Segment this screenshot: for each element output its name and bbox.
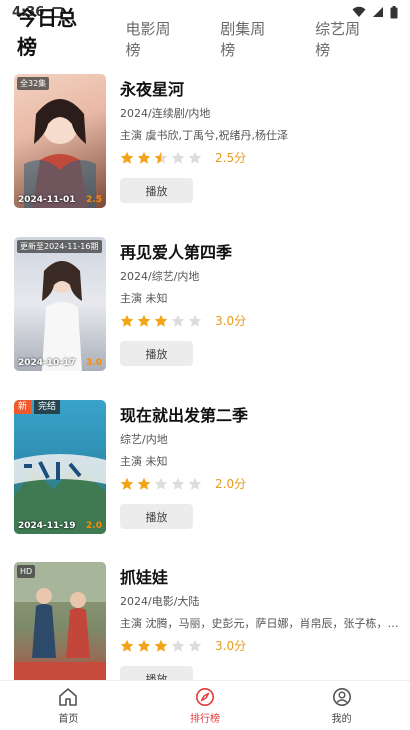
new-badge: 新 bbox=[14, 400, 32, 414]
home-icon bbox=[59, 687, 78, 706]
star-icon bbox=[137, 477, 151, 490]
item-cast: 主演 虞书欣,丁禹兮,祝绪丹,杨仕泽 bbox=[120, 129, 288, 142]
signal-icon bbox=[373, 7, 383, 17]
stars-row bbox=[120, 639, 205, 653]
star-icon bbox=[171, 639, 185, 652]
star-icon bbox=[188, 639, 202, 652]
star-icon bbox=[137, 314, 151, 327]
poster-date: 2024-11-01 bbox=[18, 195, 76, 205]
star-icon bbox=[188, 151, 202, 164]
wifi-icon bbox=[352, 6, 366, 17]
item-title[interactable]: 再见爱人第四季 bbox=[120, 239, 232, 263]
score-text: 3.0分 bbox=[215, 639, 247, 653]
tab-series-weekly[interactable]: 剧集周榜 bbox=[220, 18, 279, 66]
poster-image[interactable]: 更新至2024-11-16期 2024-10-17 3.0 bbox=[14, 237, 106, 371]
nav-mine[interactable]: 我的 bbox=[297, 687, 387, 725]
star-icon bbox=[154, 314, 168, 327]
status-icons bbox=[352, 5, 398, 19]
star-rating: 2.0分 bbox=[120, 475, 246, 492]
episode-badge: 全32集 bbox=[17, 77, 50, 90]
star-icon bbox=[120, 151, 134, 164]
item-cast: 主演 沈腾，马丽，史彭元，萨日娜，肖帛辰，张子栋，李嘉... bbox=[120, 617, 400, 630]
play-button[interactable]: 播放 bbox=[120, 666, 193, 680]
item-meta: 2024/综艺/内地 bbox=[120, 270, 200, 283]
poster-art bbox=[42, 261, 82, 371]
star-rating: 3.0分 bbox=[120, 312, 246, 329]
star-icon bbox=[137, 151, 151, 164]
item-cast: 主演 未知 bbox=[120, 292, 168, 305]
star-icon bbox=[188, 314, 202, 327]
finished-badge: 完结 bbox=[34, 400, 61, 414]
item-meta: 2024/连续剧/内地 bbox=[120, 107, 211, 120]
bottom-nav: 首页 排行榜 我的 bbox=[0, 680, 410, 730]
list-item[interactable]: 新 完结 2024-11-19 2.0 现在就出发第二季 综艺/内地 主演 未知… bbox=[14, 400, 404, 534]
star-icon bbox=[120, 477, 134, 490]
score-text: 2.5分 bbox=[215, 151, 247, 165]
poster-image[interactable]: 新 完结 2024-11-19 2.0 bbox=[14, 400, 106, 534]
star-icon bbox=[154, 477, 168, 490]
poster-date: 2024-11-19 bbox=[18, 521, 76, 531]
poster-score: 3.0 bbox=[86, 358, 102, 368]
item-title[interactable]: 抓娃娃 bbox=[120, 564, 168, 588]
play-button[interactable]: 播放 bbox=[120, 178, 193, 203]
star-icon bbox=[171, 477, 185, 490]
nav-ranking-label: 排行榜 bbox=[189, 713, 220, 725]
compass-icon bbox=[195, 687, 214, 706]
poster-score: 2.0 bbox=[86, 521, 102, 531]
star-icon bbox=[120, 314, 134, 327]
item-meta: 综艺/内地 bbox=[120, 433, 168, 446]
poster-art bbox=[24, 99, 96, 208]
stars-row bbox=[120, 151, 205, 165]
tab-variety-weekly[interactable]: 综艺周榜 bbox=[315, 18, 374, 66]
poster-art bbox=[14, 562, 106, 680]
item-title[interactable]: 永夜星河 bbox=[120, 76, 184, 100]
item-title[interactable]: 现在就出发第二季 bbox=[120, 402, 248, 426]
star-icon bbox=[154, 639, 168, 652]
poster-score: 2.5 bbox=[86, 195, 102, 205]
update-badge: 更新至2024-11-16期 bbox=[17, 240, 102, 253]
stars-row bbox=[120, 314, 205, 328]
star-icon bbox=[188, 477, 202, 490]
star-icon bbox=[154, 151, 168, 164]
list-item[interactable]: 更新至2024-11-16期 2024-10-17 3.0 再见爱人第四季 20… bbox=[14, 237, 404, 371]
poster-image[interactable]: HD bbox=[14, 562, 106, 680]
item-cast: 主演 未知 bbox=[120, 455, 168, 468]
ranking-list: 全32集 2024-11-01 2.5 永夜星河 2024/连续剧/内地 主演 … bbox=[0, 74, 410, 680]
ranking-tabs: 今日总榜 电影周榜 剧集周榜 综艺周榜 bbox=[0, 6, 410, 66]
item-meta: 2024/电影/大陆 bbox=[120, 595, 200, 608]
score-text: 3.0分 bbox=[215, 314, 247, 328]
poster-image[interactable]: 全32集 2024-11-01 2.5 bbox=[14, 74, 106, 208]
battery-icon bbox=[390, 5, 398, 18]
star-rating: 3.0分 bbox=[120, 637, 246, 654]
nav-mine-label: 我的 bbox=[331, 713, 352, 725]
stars-row bbox=[120, 477, 205, 491]
play-button[interactable]: 播放 bbox=[120, 504, 193, 529]
nav-home[interactable]: 首页 bbox=[23, 687, 113, 725]
nav-ranking[interactable]: 排行榜 bbox=[160, 687, 250, 725]
star-rating: 2.5分 bbox=[120, 149, 246, 166]
tab-movie-weekly[interactable]: 电影周榜 bbox=[125, 18, 184, 66]
list-item[interactable]: HD 抓娃娃 2024/电影/大陆 主演 沈腾，马丽，史彭元，萨日娜，肖帛辰，张… bbox=[14, 562, 404, 680]
user-icon bbox=[332, 687, 351, 706]
star-icon bbox=[137, 639, 151, 652]
tab-daily-total[interactable]: 今日总榜 bbox=[17, 2, 95, 66]
poster-date: 2024-10-17 bbox=[18, 358, 76, 368]
play-button[interactable]: 播放 bbox=[120, 341, 193, 366]
poster-art bbox=[14, 454, 106, 534]
score-text: 2.0分 bbox=[215, 477, 247, 491]
nav-home-label: 首页 bbox=[58, 713, 79, 725]
star-icon bbox=[171, 151, 185, 164]
star-icon bbox=[120, 639, 134, 652]
star-icon bbox=[171, 314, 185, 327]
list-item[interactable]: 全32集 2024-11-01 2.5 永夜星河 2024/连续剧/内地 主演 … bbox=[14, 74, 404, 208]
hd-badge: HD bbox=[17, 565, 36, 578]
